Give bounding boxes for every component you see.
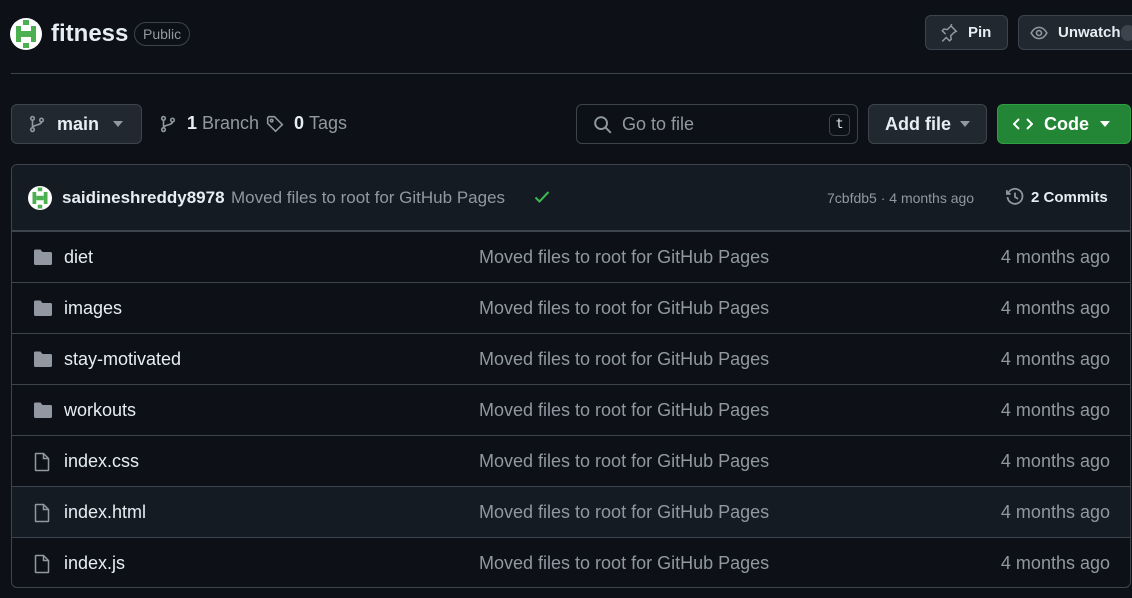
file-age: 4 months ago <box>1000 502 1110 522</box>
file-name[interactable]: diet <box>64 247 93 268</box>
folder-icon <box>34 351 52 367</box>
file-name[interactable]: index.js <box>64 553 125 574</box>
file-name[interactable]: workouts <box>64 400 136 421</box>
tag-icon <box>266 115 284 132</box>
file-age: 4 months ago <box>1000 451 1110 471</box>
folder-icon <box>34 300 52 316</box>
file-row[interactable]: index.js Moved files to root for GitHub … <box>12 537 1130 587</box>
file-age: 4 months ago <box>1000 298 1110 318</box>
file-name[interactable]: stay-motivated <box>64 349 181 370</box>
commit-sha-time[interactable]: 7cbfdb5 · 4 months ago <box>827 190 974 206</box>
commit-message[interactable]: Moved files to root for GitHub Pages <box>231 188 505 208</box>
repo-name[interactable]: fitness <box>51 20 128 48</box>
commits-count: 2 Commits <box>1031 188 1108 206</box>
file-commit-message[interactable]: Moved files to root for GitHub Pages <box>479 502 769 523</box>
file-age: 4 months ago <box>1000 247 1110 267</box>
file-commit-message[interactable]: Moved files to root for GitHub Pages <box>479 247 769 268</box>
pin-button[interactable]: Pin <box>925 15 1008 50</box>
code-label: Code <box>1044 113 1089 134</box>
git-branch-icon <box>160 115 176 132</box>
branches-link[interactable]: 1 Branch <box>159 113 259 134</box>
pin-label: Pin <box>968 24 992 41</box>
search-icon <box>594 115 612 133</box>
file-row[interactable]: index.html Moved files to root for GitHu… <box>12 486 1130 537</box>
folder-icon <box>34 249 52 265</box>
history-icon <box>1006 187 1024 205</box>
file-row[interactable]: stay-motivated Moved files to root for G… <box>12 333 1130 384</box>
file-browser: saidineshreddy8978 Moved files to root f… <box>11 164 1131 588</box>
tags-count: 0 <box>294 113 305 133</box>
tags-link[interactable]: 0 Tags <box>266 113 347 134</box>
visibility-badge: Public <box>134 22 191 46</box>
file-icon <box>34 554 50 574</box>
author-avatar[interactable] <box>28 186 52 210</box>
unwatch-label: Unwatch <box>1058 24 1121 41</box>
watchers-counter <box>1121 25 1132 41</box>
chevron-down-icon <box>113 121 123 127</box>
git-branch-icon <box>29 115 45 133</box>
commit-author[interactable]: saidineshreddy8978 <box>62 188 225 208</box>
file-commit-message[interactable]: Moved files to root for GitHub Pages <box>479 298 769 319</box>
shortcut-key: t <box>829 114 850 136</box>
commits-link[interactable]: 2 Commits <box>1005 187 1108 207</box>
file-commit-message[interactable]: Moved files to root for GitHub Pages <box>479 349 769 370</box>
go-to-file-input[interactable]: Go to file t <box>576 104 858 144</box>
branches-label: Branch <box>202 113 260 133</box>
file-commit-message[interactable]: Moved files to root for GitHub Pages <box>479 553 769 574</box>
file-age: 4 months ago <box>1000 400 1110 420</box>
eye-icon <box>1030 26 1048 39</box>
code-icon <box>1013 118 1033 130</box>
file-row[interactable]: workouts Moved files to root for GitHub … <box>12 384 1130 435</box>
file-name[interactable]: index.css <box>64 451 139 472</box>
file-age: 4 months ago <box>1000 553 1110 573</box>
add-file-label: Add file <box>885 113 951 134</box>
owner-avatar[interactable] <box>10 18 42 50</box>
file-name[interactable]: images <box>64 298 122 319</box>
file-row[interactable]: index.css Moved files to root for GitHub… <box>12 435 1130 486</box>
folder-icon <box>34 402 52 418</box>
branch-selector[interactable]: main <box>11 104 142 144</box>
file-commit-message[interactable]: Moved files to root for GitHub Pages <box>479 451 769 472</box>
file-age: 4 months ago <box>1000 349 1110 369</box>
check-icon[interactable] <box>534 190 550 204</box>
file-row[interactable]: images Moved files to root for GitHub Pa… <box>12 282 1130 333</box>
header-divider <box>11 73 1132 74</box>
file-icon <box>34 503 50 523</box>
code-button[interactable]: Code <box>997 104 1131 144</box>
chevron-down-icon <box>1100 121 1110 127</box>
file-commit-message[interactable]: Moved files to root for GitHub Pages <box>479 400 769 421</box>
latest-commit-bar: saidineshreddy8978 Moved files to root f… <box>12 165 1130 231</box>
file-name[interactable]: index.html <box>64 502 146 523</box>
pin-icon <box>941 23 958 42</box>
add-file-button[interactable]: Add file <box>868 104 987 144</box>
branch-name: main <box>57 113 100 134</box>
chevron-down-icon <box>960 121 970 127</box>
file-icon <box>34 452 50 472</box>
tags-label: Tags <box>309 113 348 133</box>
file-row[interactable]: diet Moved files to root for GitHub Page… <box>12 231 1130 282</box>
unwatch-button[interactable]: Unwatch <box>1018 15 1132 50</box>
go-to-file-placeholder: Go to file <box>622 113 695 134</box>
repo-header: fitness Public Pin Unwatch <box>0 0 1132 74</box>
branches-count: 1 <box>187 113 198 133</box>
